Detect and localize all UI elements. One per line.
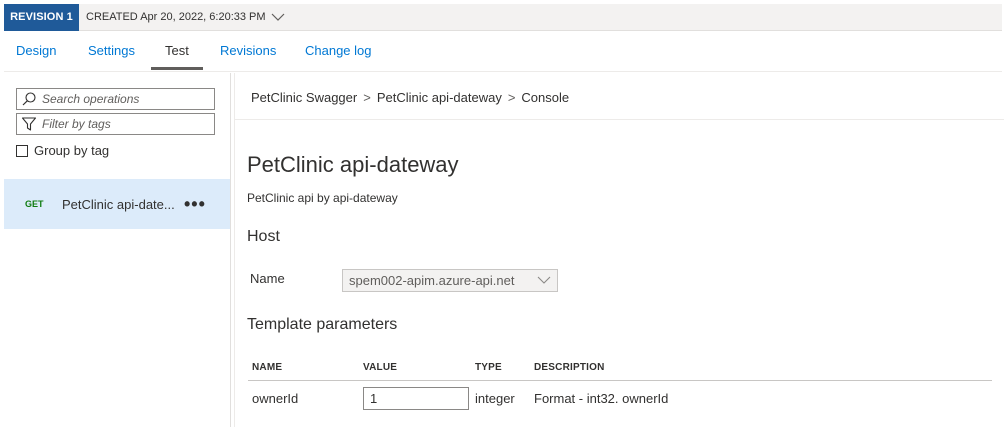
revision-bar: REVISION 1 CREATED Apr 20, 2022, 6:20:33… xyxy=(4,3,1002,31)
active-tab-indicator xyxy=(151,67,203,70)
operation-item[interactable]: GET PetClinic api-date... ••• xyxy=(4,179,230,229)
tab-design[interactable]: Design xyxy=(16,32,56,71)
breadcrumb-separator: > xyxy=(507,90,516,105)
group-by-label: Group by tag xyxy=(34,143,110,158)
group-by-tag[interactable]: Group by tag xyxy=(16,143,109,158)
column-header-type: TYPE xyxy=(475,362,502,373)
param-type: integer xyxy=(475,391,515,406)
tab-change-log[interactable]: Change log xyxy=(305,32,372,71)
breadcrumb-item[interactable]: PetClinic api-dateway xyxy=(377,90,502,105)
console-panel: PetClinic Swagger > PetClinic api-datewa… xyxy=(234,73,1004,427)
column-header-description: DESCRIPTION xyxy=(534,362,605,373)
method-badge: GET xyxy=(25,199,44,209)
revision-created-text: CREATED Apr 20, 2022, 6:20:33 PM xyxy=(86,11,266,23)
param-name: ownerId xyxy=(252,391,299,406)
breadcrumb-item: Console xyxy=(521,90,570,105)
page-subtitle: PetClinic api by api-dateway xyxy=(247,191,398,205)
more-options-icon[interactable]: ••• xyxy=(184,195,206,213)
divider xyxy=(235,119,1004,120)
revision-badge: REVISION 1 xyxy=(4,3,79,31)
host-heading: Host xyxy=(247,228,280,245)
filter-tags-field[interactable] xyxy=(16,113,215,135)
search-icon xyxy=(20,90,38,108)
breadcrumb-separator: > xyxy=(363,90,371,105)
tab-bar: Design Settings Test Revisions Change lo… xyxy=(4,32,1002,72)
param-value-input[interactable]: 1 xyxy=(363,387,469,410)
param-description: Format - int32. ownerId xyxy=(534,391,669,406)
tab-settings[interactable]: Settings xyxy=(88,32,135,71)
host-name-label: Name xyxy=(250,271,285,286)
column-header-name: NAME xyxy=(252,362,283,373)
chevron-down-icon xyxy=(537,273,551,288)
search-operations-field[interactable] xyxy=(16,88,215,110)
breadcrumb-item[interactable]: PetClinic Swagger xyxy=(251,90,357,105)
page-title: PetClinic api-dateway xyxy=(247,152,459,177)
table-header-divider xyxy=(248,380,992,381)
host-select[interactable]: spem002-apim.azure-api.net xyxy=(342,269,558,292)
host-select-value: spem002-apim.azure-api.net xyxy=(349,273,515,288)
search-input[interactable] xyxy=(42,92,212,106)
tab-revisions[interactable]: Revisions xyxy=(220,32,276,71)
breadcrumb: PetClinic Swagger > PetClinic api-datewa… xyxy=(251,90,569,105)
group-by-checkbox[interactable] xyxy=(16,144,28,157)
chevron-down-icon[interactable] xyxy=(270,11,286,23)
filter-input[interactable] xyxy=(42,117,212,131)
tab-test[interactable]: Test xyxy=(165,32,189,71)
filter-icon xyxy=(20,115,38,133)
operation-name: PetClinic api-date... xyxy=(62,196,175,212)
template-params-heading: Template parameters xyxy=(247,316,398,333)
column-header-value: VALUE xyxy=(363,362,398,373)
operations-sidebar: Group by tag GET PetClinic api-date... •… xyxy=(4,73,231,427)
